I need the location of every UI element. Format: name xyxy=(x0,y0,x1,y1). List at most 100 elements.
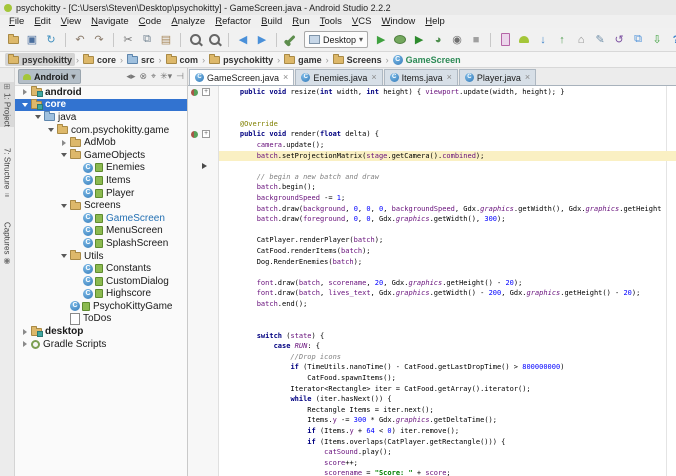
tree-item-utils[interactable]: Utils xyxy=(15,250,187,263)
tab-gamescreen-java[interactable]: GameScreen.java× xyxy=(189,69,295,85)
edit-configurations-button[interactable]: ✎ xyxy=(591,31,609,49)
sync-project-button[interactable]: ↻ xyxy=(42,31,60,49)
override-marker-icon[interactable] xyxy=(191,89,198,96)
back-button[interactable]: ◀ xyxy=(234,31,252,49)
close-tab-icon[interactable]: × xyxy=(371,73,376,82)
menu-item-vcs[interactable]: VCS xyxy=(347,16,377,27)
help-button[interactable]: ? xyxy=(667,31,676,49)
scroll-from-source-icon[interactable]: ⌖ xyxy=(151,72,156,81)
expand-arrow-icon[interactable] xyxy=(19,326,30,338)
menu-item-edit[interactable]: Edit xyxy=(29,16,55,27)
close-tab-icon[interactable]: × xyxy=(283,73,288,82)
run-button[interactable]: ▶ xyxy=(372,31,390,49)
tree-item-android[interactable]: android xyxy=(15,86,187,99)
breadcrumb-item-core[interactable]: core xyxy=(80,53,119,66)
tree-item-gradle-scripts[interactable]: Gradle Scripts xyxy=(15,338,187,351)
code-editor[interactable]: + + public void resize(int width, int hei… xyxy=(188,86,676,476)
breadcrumb-item-psychokitty[interactable]: psychokitty xyxy=(206,53,276,66)
tree-item-items[interactable]: Items xyxy=(15,174,187,187)
close-tab-icon[interactable]: × xyxy=(525,73,530,82)
menu-item-refactor[interactable]: Refactor xyxy=(210,16,256,27)
compare-button[interactable]: ⧉ xyxy=(629,31,647,49)
tree-item-highscore[interactable]: Highscore xyxy=(15,288,187,301)
tree-item-psychokittygame[interactable]: PsychoKittyGame xyxy=(15,300,187,313)
expand-arrow-icon[interactable] xyxy=(19,86,30,98)
tree-item-customdialog[interactable]: CustomDialog xyxy=(15,275,187,288)
copy-button[interactable]: ⧉ xyxy=(138,31,156,49)
tree-item-desktop[interactable]: desktop xyxy=(15,325,187,338)
sdk-manager-button[interactable] xyxy=(515,31,533,49)
tab-items-java[interactable]: Items.java × xyxy=(383,69,458,85)
forward-button[interactable]: ▶ xyxy=(253,31,271,49)
breadcrumb-item-psychokitty[interactable]: psychokitty xyxy=(5,53,76,66)
save-all-button[interactable]: ▣ xyxy=(23,31,41,49)
run-with-coverage-button[interactable]: ▶ xyxy=(410,31,428,49)
breadcrumb-item-game[interactable]: game xyxy=(281,53,325,66)
stop-button[interactable]: ■ xyxy=(467,31,485,49)
menu-item-analyze[interactable]: Analyze xyxy=(166,16,210,27)
hide-panel-icon[interactable]: ⊣ xyxy=(176,72,184,81)
paste-button[interactable]: ▤ xyxy=(157,31,175,49)
close-tab-icon[interactable]: × xyxy=(447,73,452,82)
tree-item-gameobjects[interactable]: GameObjects xyxy=(15,149,187,162)
cut-button[interactable]: ✂ xyxy=(119,31,137,49)
settings-icon[interactable]: ✳▾ xyxy=(160,72,172,81)
sdk-update-button[interactable]: ⇩ xyxy=(648,31,666,49)
menu-item-help[interactable]: Help xyxy=(420,16,450,27)
vcs-update-button[interactable]: ↓ xyxy=(534,31,552,49)
menu-item-window[interactable]: Window xyxy=(376,16,420,27)
breadcrumb-item-gamescreen[interactable]: GameScreen xyxy=(390,53,464,66)
tool-window-button-captures[interactable]: Captures ◉ xyxy=(0,222,14,265)
tab-enemies-java[interactable]: Enemies.java× xyxy=(295,69,383,85)
undo-button[interactable]: ↶ xyxy=(71,31,89,49)
expand-arrow-icon[interactable] xyxy=(19,99,30,111)
menu-item-build[interactable]: Build xyxy=(256,16,287,27)
redo-button[interactable]: ↷ xyxy=(90,31,108,49)
expand-arrow-icon[interactable] xyxy=(45,124,56,136)
expand-arrow-icon[interactable] xyxy=(19,338,30,350)
profile-button[interactable]: ◕ xyxy=(429,31,447,49)
breadcrumb-item-src[interactable]: src xyxy=(124,53,158,66)
tool-window-button-1-project[interactable]: ⊞ 1: Project xyxy=(0,82,14,127)
fold-arrow-icon[interactable] xyxy=(202,163,207,170)
menu-item-navigate[interactable]: Navigate xyxy=(86,16,134,27)
tree-item-java[interactable]: java xyxy=(15,111,187,124)
expand-arrow-icon[interactable] xyxy=(58,250,69,262)
fold-marker-icon[interactable]: + xyxy=(202,130,210,139)
tree-item-gamescreen[interactable]: GameScreen xyxy=(15,212,187,225)
make-project-button[interactable] xyxy=(282,31,300,49)
project-view-selector[interactable]: Android ▾ xyxy=(18,69,81,84)
menu-item-tools[interactable]: Tools xyxy=(315,16,347,27)
expand-arrow-icon[interactable] xyxy=(58,137,69,149)
view-mode-arrows-icon[interactable]: ◂▸ xyxy=(126,72,135,81)
replace-button[interactable] xyxy=(205,31,223,49)
tab-player-java[interactable]: Player.java × xyxy=(458,69,537,85)
tree-item-menuscreen[interactable]: MenuScreen xyxy=(15,225,187,238)
collapse-all-icon[interactable]: ⊗ xyxy=(139,72,147,81)
menu-item-view[interactable]: View xyxy=(56,16,86,27)
tree-item-enemies[interactable]: Enemies xyxy=(15,162,187,175)
avd-manager-button[interactable] xyxy=(496,31,514,49)
tree-item-screens[interactable]: Screens xyxy=(15,199,187,212)
expand-arrow-icon[interactable] xyxy=(58,149,69,161)
tree-item-core[interactable]: core xyxy=(15,98,187,112)
menu-item-run[interactable]: Run xyxy=(287,16,314,27)
breadcrumb-item-com[interactable]: com xyxy=(163,53,202,66)
find-button[interactable] xyxy=(186,31,204,49)
project-structure-button[interactable]: ⌂ xyxy=(572,31,590,49)
menu-item-code[interactable]: Code xyxy=(134,16,167,27)
tree-item-constants[interactable]: Constants xyxy=(15,262,187,275)
tree-item-com-psychokitty-game[interactable]: com.psychokitty.game xyxy=(15,124,187,137)
attach-debugger-to-android-button[interactable]: ◉ xyxy=(448,31,466,49)
breadcrumb-item-screens[interactable]: Screens xyxy=(330,53,385,66)
debug-button[interactable] xyxy=(391,31,409,49)
expand-arrow-icon[interactable] xyxy=(32,111,43,123)
run-configuration-selector[interactable]: Desktop ▾ xyxy=(304,31,369,48)
tree-item-admob[interactable]: AdMob xyxy=(15,136,187,149)
tree-item-splashscreen[interactable]: SplashScreen xyxy=(15,237,187,250)
tree-item-player[interactable]: Player xyxy=(15,187,187,200)
vcs-commit-button[interactable]: ↑ xyxy=(553,31,571,49)
open-file-button[interactable] xyxy=(4,31,22,49)
tree-item-todos[interactable]: ToDos xyxy=(15,312,187,326)
tool-window-button-7-structure[interactable]: 7: Structure ≡ xyxy=(0,148,14,200)
